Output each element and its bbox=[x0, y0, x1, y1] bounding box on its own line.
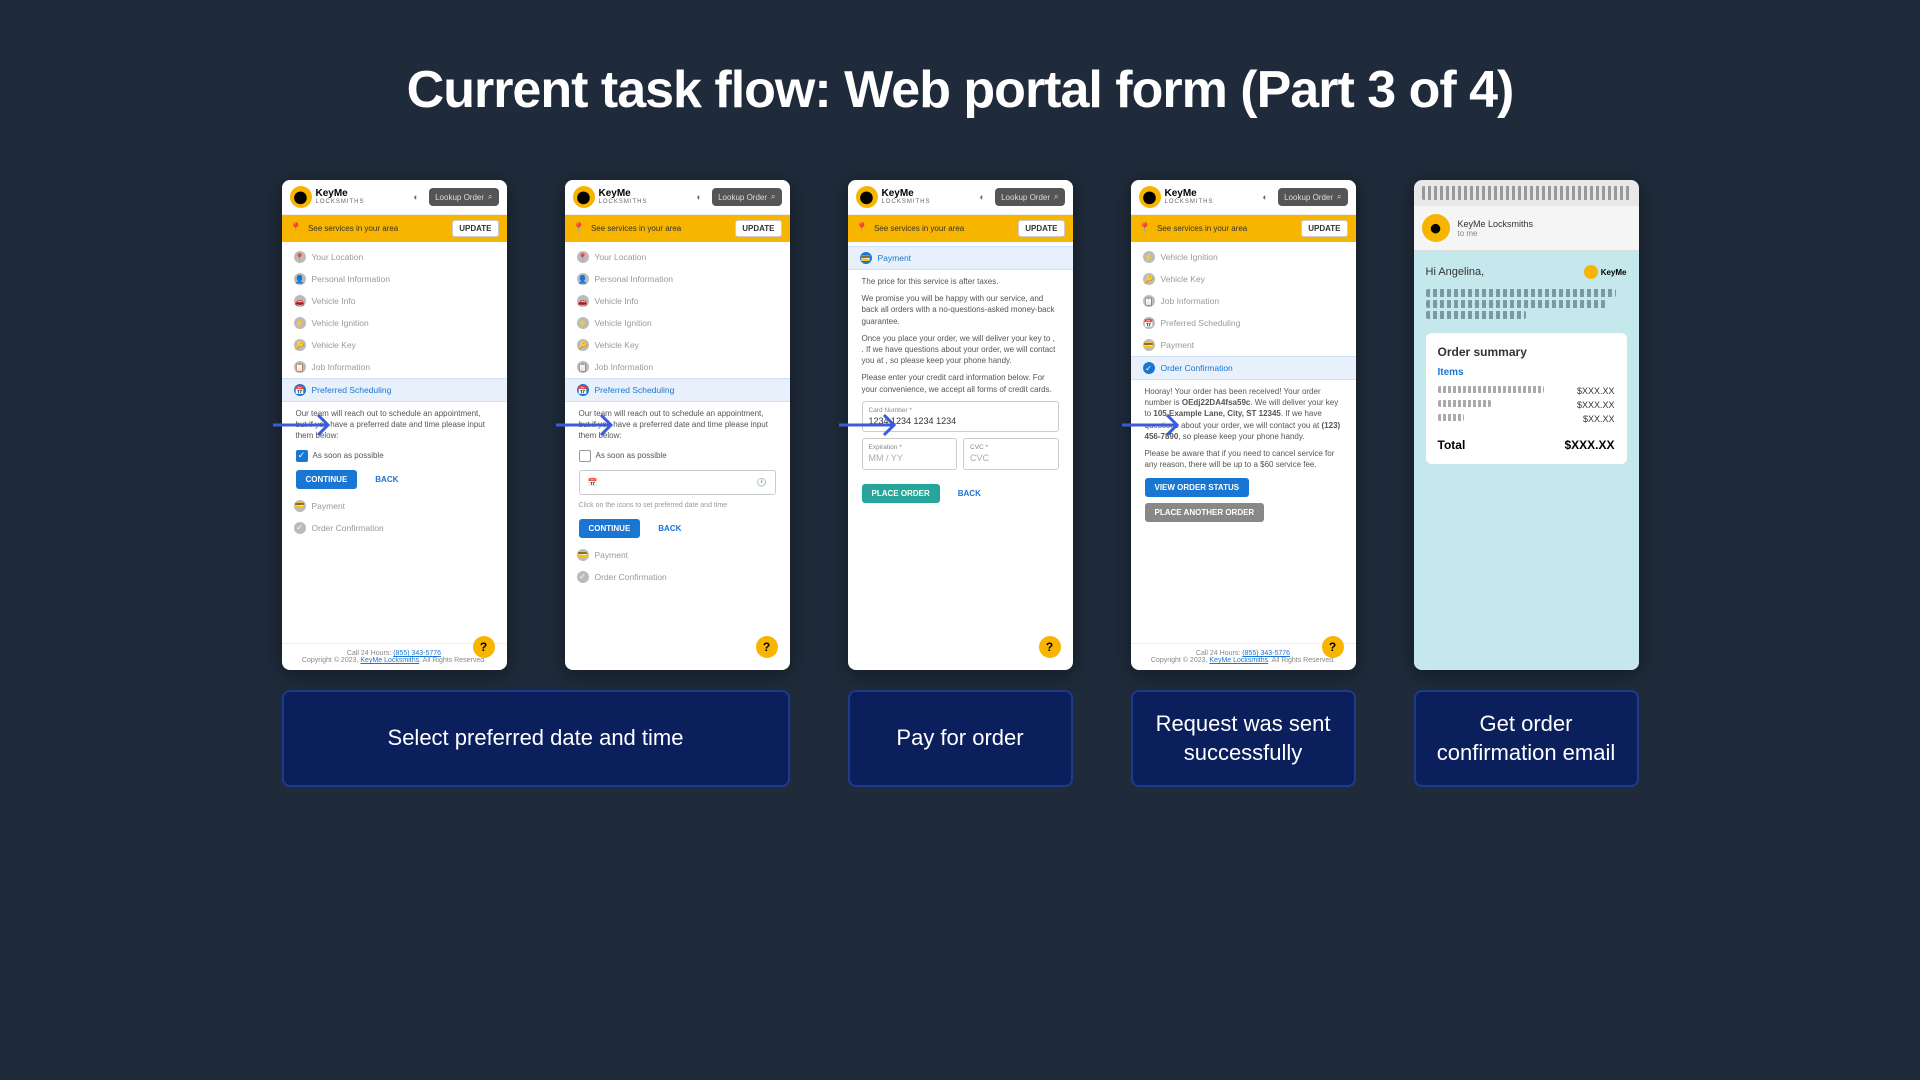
update-button[interactable]: UPDATE bbox=[452, 220, 498, 237]
continue-button[interactable]: CONTINUE bbox=[296, 470, 358, 489]
cvc-input[interactable]: CVC *CVC bbox=[963, 438, 1059, 470]
screen-confirmation: ⬤KeyMeLOCKSMITHS◐Lookup Order⌕ 📍See serv… bbox=[1131, 180, 1356, 670]
step-scheduling[interactable]: 📅Preferred Scheduling bbox=[282, 378, 507, 402]
step-confirmation[interactable]: ✓Order Confirmation bbox=[282, 517, 507, 539]
checkbox-checked-icon: ✓ bbox=[296, 450, 308, 462]
help-button[interactable]: ? bbox=[1039, 636, 1061, 658]
flow-row: ⬤ KeyMeLOCKSMITHS ◐ Lookup Order⌕ 📍 See … bbox=[0, 180, 1920, 670]
step-ignition[interactable]: ⚡Vehicle Ignition bbox=[282, 312, 507, 334]
back-button[interactable]: BACK bbox=[648, 519, 691, 538]
email-body: Hi Angelina, KeyMe Order summary Items $… bbox=[1414, 251, 1639, 670]
email-logo: KeyMe bbox=[1584, 265, 1627, 279]
asap-checkbox[interactable]: As soon as possible bbox=[579, 450, 776, 462]
app-header: ⬤ KeyMeLOCKSMITHS ◐ Lookup Order⌕ bbox=[282, 180, 507, 215]
screen-scheduling-asap: ⬤ KeyMeLOCKSMITHS ◐ Lookup Order⌕ 📍 See … bbox=[282, 180, 507, 670]
back-button[interactable]: BACK bbox=[365, 470, 408, 489]
captions-row: Select preferred date and time Pay for o… bbox=[0, 690, 1920, 787]
email-to: to me bbox=[1458, 229, 1534, 238]
confirmation-content: Hooray! Your order has been received! Yo… bbox=[1131, 380, 1356, 528]
scheduling-content: Our team will reach out to schedule an a… bbox=[282, 402, 507, 495]
order-summary-card: Order summary Items $XXX.XX $XXX.XX $XX.… bbox=[1426, 333, 1627, 464]
step-scheduling[interactable]: 📅Preferred Scheduling bbox=[565, 378, 790, 402]
expiration-input[interactable]: Expiration *MM / YY bbox=[862, 438, 958, 470]
step-key[interactable]: 🔑Vehicle Key bbox=[282, 334, 507, 356]
place-another-order-button[interactable]: PLACE ANOTHER ORDER bbox=[1145, 503, 1265, 522]
email-from: KeyMe Locksmiths bbox=[1458, 219, 1534, 229]
caption-4: Get order confirmation email bbox=[1414, 690, 1639, 787]
caption-3: Request was sent successfully bbox=[1131, 690, 1356, 787]
help-button[interactable]: ? bbox=[1322, 636, 1344, 658]
search-icon: ⌕ bbox=[488, 192, 492, 202]
card-number-input[interactable]: Card Number *1234 1234 1234 1234 bbox=[862, 401, 1059, 433]
lookup-order-button[interactable]: Lookup Order⌕ bbox=[429, 188, 498, 206]
lookup-order-button[interactable]: Lookup Order⌕ bbox=[712, 188, 781, 206]
asap-checkbox[interactable]: ✓As soon as possible bbox=[296, 450, 493, 462]
checkbox-unchecked-icon bbox=[579, 450, 591, 462]
dark-mode-icon[interactable]: ◐ bbox=[409, 190, 423, 204]
screen-scheduling-datetime: ⬤KeyMeLOCKSMITHS◐Lookup Order⌕ 📍See serv… bbox=[565, 180, 790, 670]
keyme-logo: ⬤ KeyMeLOCKSMITHS bbox=[290, 186, 365, 208]
sender-avatar: ⬤ bbox=[1422, 214, 1450, 242]
redacted-subject bbox=[1422, 186, 1631, 200]
footer-phone[interactable]: (855) 343-5776 bbox=[393, 650, 441, 657]
services-banner: 📍 See services in your area UPDATE bbox=[282, 215, 507, 242]
screen-payment: ⬤KeyMeLOCKSMITHS◐Lookup Order⌕ 📍See serv… bbox=[848, 180, 1073, 670]
view-order-status-button[interactable]: VIEW ORDER STATUS bbox=[1145, 478, 1250, 497]
datetime-input[interactable]: 📅🕐 bbox=[579, 470, 776, 495]
calendar-icon: 📅 bbox=[588, 477, 598, 488]
caption-2: Pay for order bbox=[848, 690, 1073, 787]
footer-link[interactable]: KeyMe Locksmiths bbox=[360, 657, 419, 664]
screen-email-confirmation: ⬤ KeyMe Locksmithsto me Hi Angelina, Key… bbox=[1414, 180, 1639, 670]
step-payment[interactable]: 💳Payment bbox=[848, 246, 1073, 270]
continue-button[interactable]: CONTINUE bbox=[579, 519, 641, 538]
slide-title: Current task flow: Web portal form (Part… bbox=[407, 60, 1514, 120]
email-header: ⬤ KeyMe Locksmithsto me bbox=[1414, 206, 1639, 251]
logo-icon: ⬤ bbox=[290, 186, 312, 208]
clock-icon: 🕐 bbox=[757, 477, 767, 488]
back-button[interactable]: BACK bbox=[948, 484, 991, 503]
pin-icon: 📍 bbox=[290, 223, 302, 234]
step-payment[interactable]: 💳Payment bbox=[282, 495, 507, 517]
email-greeting: Hi Angelina, bbox=[1426, 266, 1485, 278]
step-vehicle[interactable]: 🚗Vehicle Info bbox=[282, 290, 507, 312]
place-order-button[interactable]: PLACE ORDER bbox=[862, 484, 940, 503]
help-button[interactable]: ? bbox=[473, 636, 495, 658]
step-personal[interactable]: 👤Personal Information bbox=[282, 268, 507, 290]
caption-1: Select preferred date and time bbox=[282, 690, 790, 787]
step-confirmation[interactable]: ✓Order Confirmation bbox=[1131, 356, 1356, 380]
dark-mode-icon[interactable]: ◐ bbox=[692, 190, 706, 204]
step-location[interactable]: 📍Your Location bbox=[282, 246, 507, 268]
help-button[interactable]: ? bbox=[756, 636, 778, 658]
step-job[interactable]: 📋Job Information bbox=[282, 356, 507, 378]
update-button[interactable]: UPDATE bbox=[735, 220, 781, 237]
